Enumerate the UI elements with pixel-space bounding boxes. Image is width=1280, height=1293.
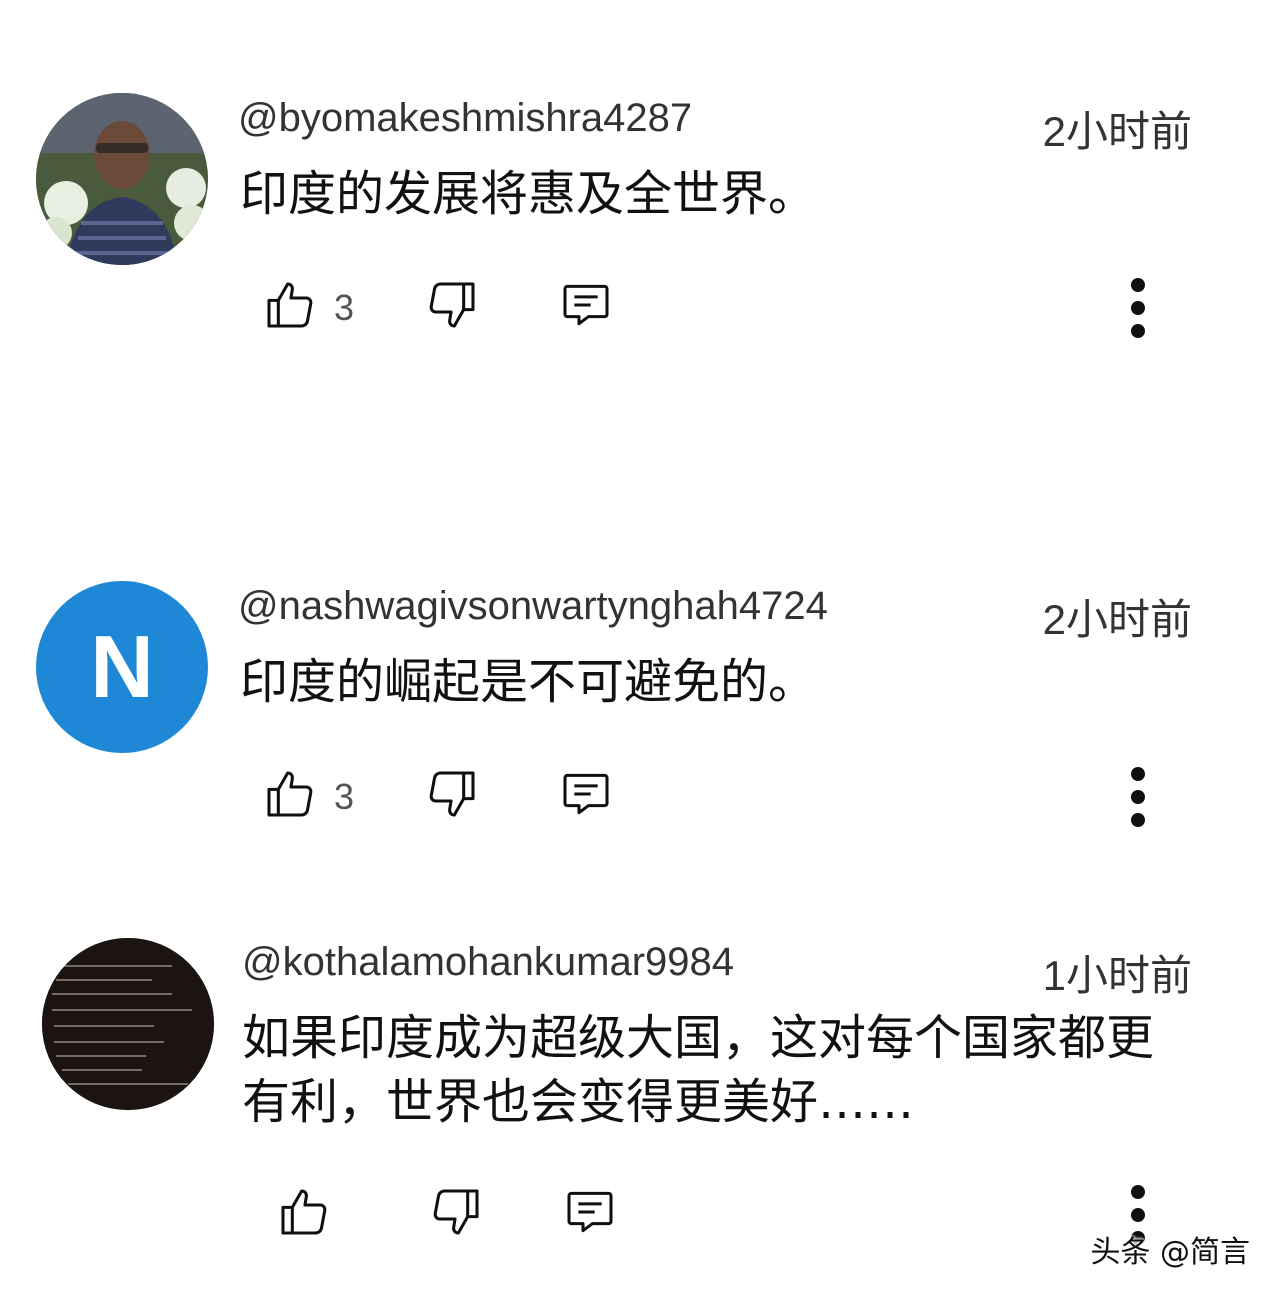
more-vert-icon [1131, 278, 1145, 338]
like-button[interactable] [260, 275, 320, 335]
thumbs-down-icon [429, 771, 475, 817]
watermark: 头条 @简言 [1090, 1235, 1250, 1270]
dislike-button[interactable] [422, 275, 482, 335]
comment-text: 如果印度成为超级大国，这对每个国家都更 有利，世界也会变得更美好…… [242, 1010, 1155, 1130]
like-button[interactable] [274, 1182, 334, 1242]
avatar-letter: N [90, 617, 154, 716]
more-options-button[interactable] [1118, 275, 1158, 345]
reply-button[interactable] [556, 764, 616, 824]
more-vert-icon [1131, 767, 1145, 827]
comment-text: 印度的崛起是不可避免的。 [240, 654, 817, 710]
avatar[interactable] [36, 93, 208, 265]
reply-button[interactable] [556, 275, 616, 335]
comment-actions: 3 [0, 275, 1280, 345]
thumbs-down-icon [433, 1189, 479, 1235]
reply-button[interactable] [560, 1182, 620, 1242]
comment-time: 2小时前 [1042, 108, 1192, 155]
comment-icon [563, 284, 609, 326]
like-button[interactable] [260, 764, 320, 824]
thumbs-up-icon [281, 1189, 327, 1235]
like-count: 3 [334, 776, 355, 817]
more-options-button[interactable] [1118, 764, 1158, 834]
thumbs-down-icon [429, 282, 475, 328]
like-count: 3 [334, 287, 355, 328]
comment-icon [567, 1191, 613, 1233]
comment-time: 2小时前 [1042, 596, 1192, 643]
avatar[interactable] [42, 938, 214, 1110]
thumbs-up-icon [267, 771, 313, 817]
comment-author[interactable]: @nashwagivsonwartynghah4724 [238, 584, 828, 629]
dislike-button[interactable] [426, 1182, 486, 1242]
comment-time: 1小时前 [1042, 952, 1192, 999]
comment-actions: 3 [0, 764, 1280, 834]
avatar[interactable]: N [36, 581, 208, 753]
comment-author[interactable]: @kothalamohankumar9984 [242, 940, 734, 985]
comment-text: 印度的发展将惠及全世界。 [240, 166, 817, 222]
comment-author[interactable]: @byomakeshmishra4287 [238, 96, 692, 141]
comment-icon [563, 773, 609, 815]
thumbs-up-icon [267, 282, 313, 328]
dislike-button[interactable] [422, 764, 482, 824]
comment-actions [0, 1182, 1280, 1252]
